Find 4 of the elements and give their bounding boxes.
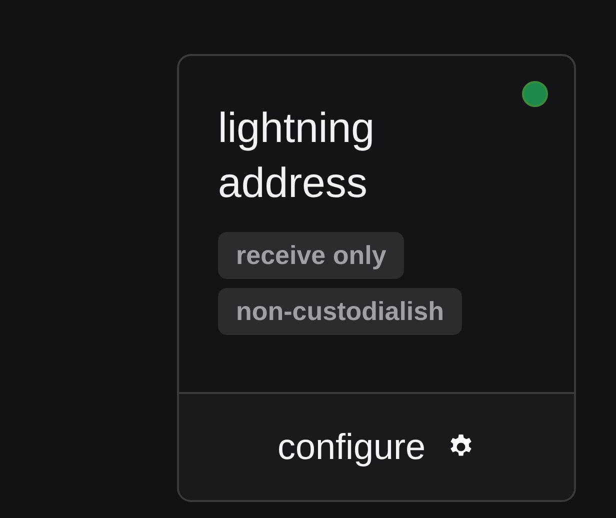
tag: receive only [218,232,404,279]
tag: non-custodialish [218,288,462,335]
card-title: lightning address [218,103,376,208]
configure-button[interactable]: configure [179,394,574,500]
